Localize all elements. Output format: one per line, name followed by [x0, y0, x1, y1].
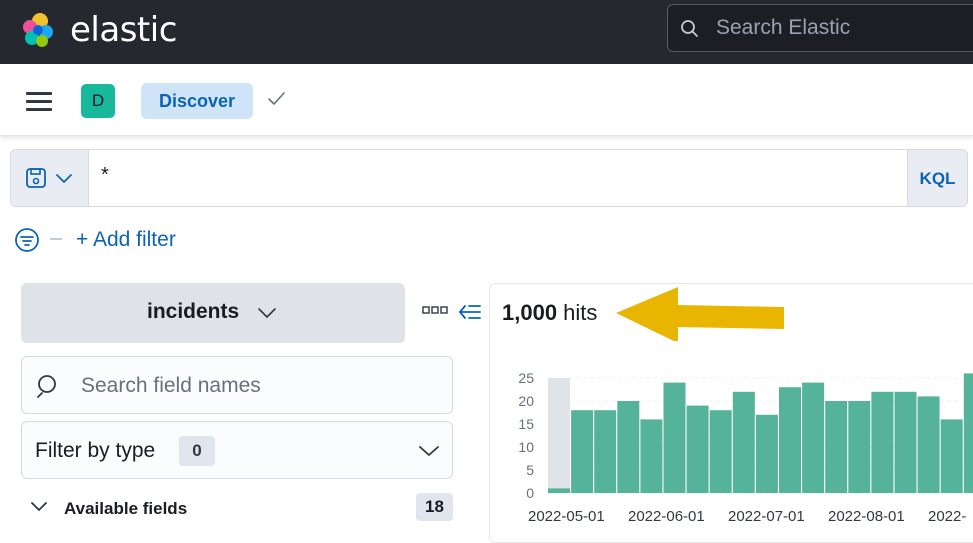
y-tick-label: 5	[526, 462, 534, 478]
histogram-bar[interactable]	[548, 488, 570, 493]
x-tick-label: 2022-07-01	[728, 508, 805, 525]
histogram-bar[interactable]	[802, 382, 825, 493]
available-fields-count: 18	[416, 493, 453, 521]
filter-menu-icon[interactable]	[14, 227, 40, 253]
y-tick-label: 20	[518, 393, 534, 409]
save-icon	[26, 168, 46, 188]
histogram-bar[interactable]	[894, 391, 917, 493]
index-pattern-label: incidents	[147, 300, 240, 323]
histogram-bar[interactable]	[755, 414, 778, 493]
filter-by-type-label: Filter by type	[35, 439, 156, 462]
histogram-bar[interactable]	[594, 410, 617, 493]
x-tick-label: 2022-08-01	[828, 508, 905, 525]
hits-number: 1,000	[502, 300, 558, 325]
add-filter-button[interactable]: + Add filter	[76, 228, 176, 252]
space-avatar[interactable]: D	[81, 84, 115, 118]
global-search-placeholder: Search Elastic	[716, 16, 851, 39]
elastic-logo-icon[interactable]	[18, 10, 58, 50]
histogram-bar[interactable]	[732, 391, 755, 493]
field-search-input[interactable]: Search field names	[21, 356, 453, 414]
available-fields-label[interactable]: Available fields	[64, 499, 187, 519]
histogram-bar[interactable]	[617, 401, 640, 493]
brand-name: elastic	[70, 10, 177, 50]
x-tick-label: 2022-06-01	[628, 508, 705, 525]
chevron-down-icon[interactable]	[30, 500, 48, 514]
chevron-down-icon	[258, 308, 276, 318]
chevron-down-icon	[419, 446, 439, 456]
query-language-button[interactable]: KQL	[907, 150, 967, 206]
query-bar: * KQL	[10, 149, 968, 207]
histogram-bar[interactable]	[963, 373, 973, 493]
search-icon	[681, 20, 698, 37]
y-tick-label: 10	[518, 439, 534, 455]
y-tick-label: 15	[518, 416, 534, 432]
annotation-arrow-icon	[616, 287, 784, 341]
histogram-bar[interactable]	[571, 410, 594, 493]
filter-by-type-dropdown[interactable]: Filter by type 0	[21, 421, 453, 479]
histogram-bar[interactable]	[640, 419, 663, 493]
histogram-bar[interactable]	[848, 401, 871, 493]
partial-bucket-highlight	[548, 378, 570, 493]
more-options-icon[interactable]	[422, 305, 448, 315]
top-header: elastic Search Elastic	[0, 0, 973, 64]
hits-histogram: 25 20 15 10 5 0 2022-05-01 2022-06-01 2022-07-01…	[518, 370, 973, 525]
histogram-bar[interactable]	[871, 391, 894, 493]
histogram-bar[interactable]	[917, 396, 940, 493]
field-search-placeholder: Search field names	[81, 374, 261, 397]
histogram-bar[interactable]	[709, 410, 732, 493]
divider	[50, 238, 62, 240]
global-search-input[interactable]: Search Elastic	[667, 4, 973, 52]
collapse-sidebar-icon[interactable]	[458, 302, 482, 322]
search-icon	[37, 375, 56, 398]
filter-count-badge: 0	[179, 436, 215, 466]
y-tick-label: 0	[526, 485, 534, 501]
y-tick-label: 25	[518, 370, 534, 386]
histogram-bar[interactable]	[663, 382, 686, 493]
saved-query-button[interactable]	[11, 150, 89, 206]
hits-label: hits	[557, 300, 598, 325]
check-icon	[268, 92, 285, 105]
histogram-bar[interactable]	[686, 405, 709, 493]
menu-icon[interactable]	[26, 92, 52, 116]
breadcrumb-discover[interactable]: Discover	[141, 83, 254, 119]
query-input[interactable]: *	[101, 164, 109, 187]
histogram-bar[interactable]	[779, 387, 801, 493]
chevron-down-icon	[56, 174, 72, 183]
x-tick-label: 2022-05-01	[528, 508, 605, 525]
hits-count: 1,000 hits	[502, 300, 597, 326]
histogram-bar[interactable]	[825, 401, 848, 493]
breadcrumb-bar: D Discover	[0, 64, 973, 136]
x-tick-label: 2022-	[928, 508, 966, 525]
index-pattern-selector[interactable]: incidents	[21, 283, 405, 343]
histogram-bar[interactable]	[940, 419, 963, 493]
